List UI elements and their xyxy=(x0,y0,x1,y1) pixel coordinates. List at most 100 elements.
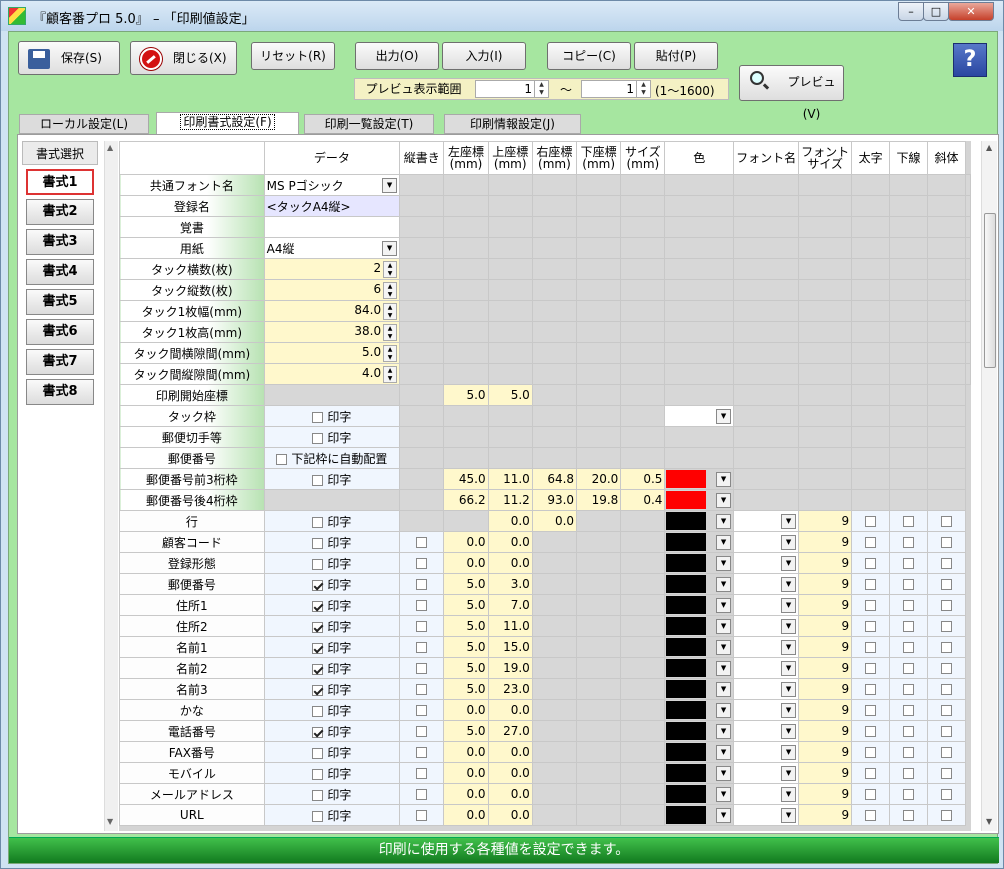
left-field[interactable]: 5.0 xyxy=(443,615,489,637)
underline-toggle[interactable] xyxy=(889,573,928,595)
left-coord-field[interactable]: 5.0 xyxy=(443,384,489,406)
underline-toggle[interactable] xyxy=(889,531,928,553)
print-toggle-cell[interactable]: 下記枠に自動配置 xyxy=(263,447,401,469)
color-picker[interactable]: ▼ xyxy=(664,699,735,721)
preview-to-spinner[interactable]: 1 ▲ ▼ xyxy=(581,80,651,98)
print-toggle-cell[interactable]: 印字 xyxy=(263,573,401,595)
dropdown-arrow-icon[interactable]: ▼ xyxy=(716,808,732,823)
checkbox-icon[interactable] xyxy=(903,726,915,737)
setting-value-field[interactable]: ▲ ▼ 2 xyxy=(263,258,401,280)
underline-toggle[interactable] xyxy=(889,636,928,658)
setting-value-field[interactable]: ▼ A4縦 xyxy=(263,237,401,259)
format-button-8[interactable]: 書式8 xyxy=(26,379,94,405)
dropdown-arrow-icon[interactable]: ▼ xyxy=(781,598,797,613)
checkbox-icon[interactable] xyxy=(312,789,324,801)
format-button-4[interactable]: 書式4 xyxy=(26,259,94,285)
checkbox-icon[interactable] xyxy=(940,789,952,800)
font-size-field[interactable]: 9 xyxy=(798,552,853,574)
vertical-toggle[interactable] xyxy=(399,741,445,763)
color-picker[interactable]: ▼ xyxy=(664,510,735,532)
dropdown-arrow-icon[interactable]: ▼ xyxy=(716,640,732,655)
dropdown-arrow-icon[interactable]: ▼ xyxy=(716,493,732,508)
checkbox-icon[interactable] xyxy=(416,600,428,611)
font-name-select[interactable]: ▼ xyxy=(733,762,800,784)
print-toggle-cell[interactable]: 印字 xyxy=(263,531,401,553)
italic-toggle[interactable] xyxy=(926,783,967,805)
checkbox-icon[interactable] xyxy=(940,747,952,758)
font-name-select[interactable]: ▼ xyxy=(733,783,800,805)
color-picker[interactable]: ▼ xyxy=(664,405,735,427)
save-button[interactable]: 保存(S) xyxy=(18,41,120,75)
font-size-field[interactable]: 9 xyxy=(798,657,853,679)
format-button-3[interactable]: 書式3 xyxy=(26,229,94,255)
font-name-select[interactable]: ▼ xyxy=(733,699,800,721)
dropdown-arrow-icon[interactable]: ▼ xyxy=(781,556,797,571)
help-button[interactable]: ? xyxy=(953,43,987,77)
setting-value-field[interactable]: ▲ ▼ 84.0 xyxy=(263,300,401,322)
checkbox-icon[interactable] xyxy=(312,747,324,759)
checkbox-icon[interactable] xyxy=(903,516,915,527)
checkbox-icon[interactable] xyxy=(940,537,952,548)
bold-toggle[interactable] xyxy=(851,762,891,784)
italic-toggle[interactable] xyxy=(926,636,967,658)
checkbox-icon[interactable] xyxy=(940,516,952,527)
font-size-field[interactable]: 9 xyxy=(798,594,853,616)
checkbox-icon[interactable] xyxy=(416,768,428,779)
print-toggle-cell[interactable]: 印字 xyxy=(263,678,401,700)
dropdown-arrow-icon[interactable]: ▼ xyxy=(716,598,732,613)
checkbox-icon[interactable] xyxy=(865,663,877,674)
checkbox-icon[interactable] xyxy=(865,747,877,758)
color-picker[interactable]: ▼ xyxy=(664,804,735,826)
left-field[interactable]: 66.2 xyxy=(443,489,489,511)
checkbox-icon[interactable] xyxy=(312,558,324,570)
left-field[interactable]: 5.0 xyxy=(443,657,489,679)
checkbox-icon[interactable] xyxy=(903,747,915,758)
dropdown-arrow-icon[interactable]: ▼ xyxy=(781,745,797,760)
checkbox-icon[interactable] xyxy=(903,600,915,611)
print-toggle-cell[interactable]: 印字 xyxy=(263,510,401,532)
underline-toggle[interactable] xyxy=(889,594,928,616)
left-field[interactable]: 0.0 xyxy=(443,531,489,553)
checkbox-icon[interactable] xyxy=(865,537,877,548)
print-toggle-cell[interactable]: 印字 xyxy=(263,783,401,805)
font-name-select[interactable]: ▼ xyxy=(733,657,800,679)
bold-toggle[interactable] xyxy=(851,573,891,595)
tab-local-settings[interactable]: ローカル設定(L) xyxy=(19,114,149,134)
color-picker[interactable]: ▼ xyxy=(664,531,735,553)
dropdown-arrow-icon[interactable]: ▼ xyxy=(716,661,732,676)
left-field[interactable]: 0.0 xyxy=(443,699,489,721)
top-field[interactable]: 11.0 xyxy=(487,615,533,637)
bold-toggle[interactable] xyxy=(851,720,891,742)
checkbox-icon[interactable] xyxy=(865,621,877,632)
input-button[interactable]: 入力(I) xyxy=(442,42,526,70)
checkbox-icon[interactable] xyxy=(416,810,428,821)
italic-toggle[interactable] xyxy=(926,678,967,700)
checkbox-icon[interactable] xyxy=(940,642,952,653)
font-name-select[interactable]: ▼ xyxy=(733,552,800,574)
font-name-select[interactable]: ▼ xyxy=(733,531,800,553)
vertical-toggle[interactable] xyxy=(399,804,445,826)
left-field[interactable]: 45.0 xyxy=(443,468,489,490)
checkbox-icon[interactable] xyxy=(312,537,324,549)
color-picker[interactable]: ▼ xyxy=(664,678,735,700)
scroll-down-icon[interactable]: ▼ xyxy=(986,817,992,826)
top-field[interactable]: 0.0 xyxy=(487,804,533,826)
spin-arrows-icon[interactable]: ▲ ▼ xyxy=(383,365,398,383)
bold-toggle[interactable] xyxy=(851,636,891,658)
checkbox-icon[interactable] xyxy=(940,558,952,569)
print-toggle-cell[interactable]: 印字 xyxy=(263,615,401,637)
left-field[interactable]: 5.0 xyxy=(443,678,489,700)
checkbox-icon[interactable] xyxy=(865,726,877,737)
print-toggle-cell[interactable]: 印字 xyxy=(263,762,401,784)
dropdown-arrow-icon[interactable]: ▼ xyxy=(716,745,732,760)
font-size-field[interactable]: 9 xyxy=(798,741,853,763)
font-size-field[interactable]: 9 xyxy=(798,636,853,658)
dropdown-arrow-icon[interactable]: ▼ xyxy=(781,703,797,718)
underline-toggle[interactable] xyxy=(889,804,928,826)
dropdown-arrow-icon[interactable]: ▼ xyxy=(781,577,797,592)
checkbox-icon[interactable] xyxy=(903,684,915,695)
italic-toggle[interactable] xyxy=(926,615,967,637)
checkbox-icon[interactable] xyxy=(903,642,915,653)
top-field[interactable]: 15.0 xyxy=(487,636,533,658)
dropdown-arrow-icon[interactable]: ▼ xyxy=(781,724,797,739)
